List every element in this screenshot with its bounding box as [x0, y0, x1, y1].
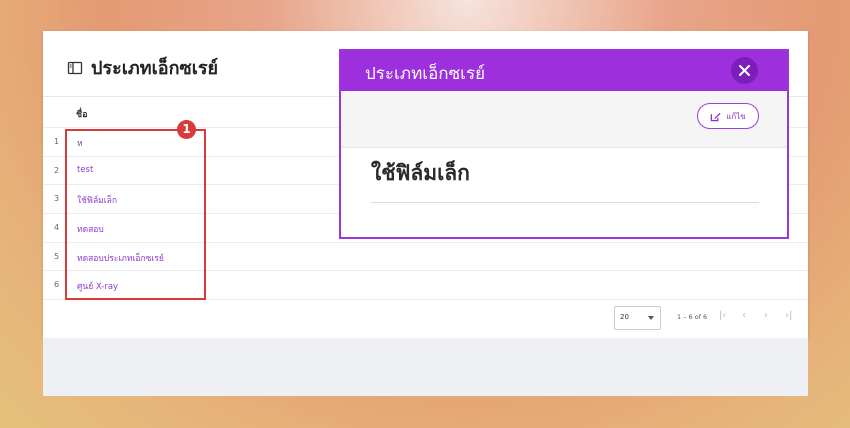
- page-title: ประเภทเอ็กซเรย์: [91, 58, 219, 79]
- detail-dialog: ประเภทเอ็กซเรย์ แก้ไข ใช้ฟิล์มเล็ก: [339, 49, 789, 239]
- page-size-value: 20: [620, 313, 629, 321]
- row-index: 5: [54, 252, 60, 261]
- close-icon: [739, 65, 750, 76]
- chevron-down-icon: [648, 316, 654, 320]
- next-page-icon[interactable]: ›: [764, 310, 768, 321]
- column-header-name[interactable]: ชื่อ: [76, 107, 88, 121]
- row-index: 6: [54, 280, 60, 289]
- edit-icon: [710, 112, 721, 121]
- dialog-title: ประเภทเอ็กซเรย์: [365, 64, 486, 84]
- page-bottom-area: [43, 338, 808, 396]
- last-page-icon[interactable]: ›|: [785, 310, 792, 321]
- annotation-badge: 1: [177, 120, 196, 139]
- record-name: ใช้ฟิล์มเล็ก: [371, 161, 470, 185]
- row-index: 4: [54, 223, 60, 232]
- sidebar-panel-icon: [67, 61, 83, 74]
- row-index: 1: [54, 137, 60, 146]
- row-index: 3: [54, 194, 60, 203]
- close-button[interactable]: [731, 57, 758, 84]
- page-size-select[interactable]: 20: [614, 306, 661, 330]
- dialog-header: ประเภทเอ็กซเรย์: [341, 51, 787, 91]
- annotation-highlight-box: [65, 129, 206, 300]
- prev-page-icon[interactable]: ‹: [742, 310, 746, 321]
- dialog-toolbar: แก้ไข: [341, 91, 787, 148]
- edit-button-label: แก้ไข: [726, 111, 746, 121]
- title-row: ประเภทเอ็กซเรย์: [67, 53, 218, 82]
- dialog-divider: [371, 202, 759, 203]
- pagination-range: 1 – 6 of 6: [677, 313, 708, 321]
- pagination-bar: 20 1 – 6 of 6 |‹ ‹ › ›|: [43, 306, 808, 336]
- edit-button[interactable]: แก้ไข: [697, 103, 759, 129]
- first-page-icon[interactable]: |‹: [719, 310, 726, 321]
- row-index: 2: [54, 166, 60, 175]
